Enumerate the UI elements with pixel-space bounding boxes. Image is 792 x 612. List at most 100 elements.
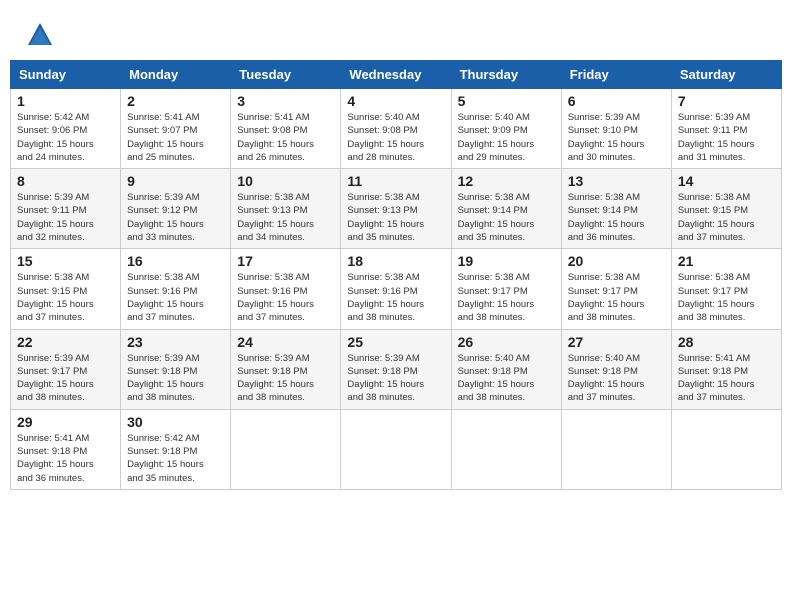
- calendar-cell: 12 Sunrise: 5:38 AMSunset: 9:14 PMDayligh…: [451, 169, 561, 249]
- day-info: Sunrise: 5:39 AMSunset: 9:17 PMDaylight:…: [17, 352, 114, 405]
- calendar-cell: 28 Sunrise: 5:41 AMSunset: 9:18 PMDayligh…: [671, 329, 781, 409]
- day-info: Sunrise: 5:39 AMSunset: 9:11 PMDaylight:…: [17, 191, 114, 244]
- day-number: 7: [678, 93, 775, 109]
- calendar-cell: 16 Sunrise: 5:38 AMSunset: 9:16 PMDayligh…: [121, 249, 231, 329]
- weekday-header-sunday: Sunday: [11, 61, 121, 89]
- weekday-header-saturday: Saturday: [671, 61, 781, 89]
- day-info: Sunrise: 5:38 AMSunset: 9:15 PMDaylight:…: [17, 271, 114, 324]
- calendar-cell: [341, 409, 451, 489]
- calendar-cell: [451, 409, 561, 489]
- logo: [25, 20, 59, 50]
- week-row: 22 Sunrise: 5:39 AMSunset: 9:17 PMDayligh…: [11, 329, 782, 409]
- week-row: 1Sunrise: 5:42 AMSunset: 9:06 PMDaylight…: [11, 89, 782, 169]
- day-info: Sunrise: 5:39 AMSunset: 9:18 PMDaylight:…: [127, 352, 224, 405]
- day-number: 25: [347, 334, 444, 350]
- day-info: Sunrise: 5:40 AMSunset: 9:08 PMDaylight:…: [347, 111, 444, 164]
- day-info: Sunrise: 5:41 AMSunset: 9:07 PMDaylight:…: [127, 111, 224, 164]
- calendar-cell: 23 Sunrise: 5:39 AMSunset: 9:18 PMDayligh…: [121, 329, 231, 409]
- weekday-header-monday: Monday: [121, 61, 231, 89]
- calendar-cell: 29 Sunrise: 5:41 AMSunset: 9:18 PMDayligh…: [11, 409, 121, 489]
- day-number: 14: [678, 173, 775, 189]
- calendar-cell: 30 Sunrise: 5:42 AMSunset: 9:18 PMDayligh…: [121, 409, 231, 489]
- weekday-header-friday: Friday: [561, 61, 671, 89]
- calendar-cell: 18 Sunrise: 5:38 AMSunset: 9:16 PMDayligh…: [341, 249, 451, 329]
- day-number: 5: [458, 93, 555, 109]
- calendar-cell: [671, 409, 781, 489]
- day-info: Sunrise: 5:38 AMSunset: 9:16 PMDaylight:…: [237, 271, 334, 324]
- day-info: Sunrise: 5:42 AMSunset: 9:06 PMDaylight:…: [17, 111, 114, 164]
- calendar-cell: 8 Sunrise: 5:39 AMSunset: 9:11 PMDaylight…: [11, 169, 121, 249]
- day-number: 27: [568, 334, 665, 350]
- day-number: 8: [17, 173, 114, 189]
- day-info: Sunrise: 5:41 AMSunset: 9:18 PMDaylight:…: [678, 352, 775, 405]
- day-number: 20: [568, 253, 665, 269]
- day-number: 21: [678, 253, 775, 269]
- day-info: Sunrise: 5:38 AMSunset: 9:16 PMDaylight:…: [127, 271, 224, 324]
- calendar-cell: 21 Sunrise: 5:38 AMSunset: 9:17 PMDayligh…: [671, 249, 781, 329]
- day-number: 3: [237, 93, 334, 109]
- day-info: Sunrise: 5:40 AMSunset: 9:09 PMDaylight:…: [458, 111, 555, 164]
- day-info: Sunrise: 5:38 AMSunset: 9:17 PMDaylight:…: [678, 271, 775, 324]
- day-number: 18: [347, 253, 444, 269]
- calendar-cell: 19Sunrise: 5:38 AMSunset: 9:17 PMDayligh…: [451, 249, 561, 329]
- calendar-cell: 3 Sunrise: 5:41 AMSunset: 9:08 PMDaylight…: [231, 89, 341, 169]
- day-info: Sunrise: 5:39 AMSunset: 9:10 PMDaylight:…: [568, 111, 665, 164]
- calendar-cell: 9 Sunrise: 5:39 AMSunset: 9:12 PMDaylight…: [121, 169, 231, 249]
- day-info: Sunrise: 5:42 AMSunset: 9:18 PMDaylight:…: [127, 432, 224, 485]
- day-number: 24: [237, 334, 334, 350]
- weekday-header-thursday: Thursday: [451, 61, 561, 89]
- day-number: 19: [458, 253, 555, 269]
- day-info: Sunrise: 5:38 AMSunset: 9:13 PMDaylight:…: [237, 191, 334, 244]
- day-info: Sunrise: 5:39 AMSunset: 9:18 PMDaylight:…: [237, 352, 334, 405]
- day-number: 23: [127, 334, 224, 350]
- day-info: Sunrise: 5:38 AMSunset: 9:13 PMDaylight:…: [347, 191, 444, 244]
- week-row: 8 Sunrise: 5:39 AMSunset: 9:11 PMDaylight…: [11, 169, 782, 249]
- week-row: 29 Sunrise: 5:41 AMSunset: 9:18 PMDayligh…: [11, 409, 782, 489]
- day-info: Sunrise: 5:39 AMSunset: 9:11 PMDaylight:…: [678, 111, 775, 164]
- calendar-cell: 10 Sunrise: 5:38 AMSunset: 9:13 PMDayligh…: [231, 169, 341, 249]
- day-number: 26: [458, 334, 555, 350]
- day-number: 16: [127, 253, 224, 269]
- day-number: 2: [127, 93, 224, 109]
- day-info: Sunrise: 5:38 AMSunset: 9:15 PMDaylight:…: [678, 191, 775, 244]
- day-number: 22: [17, 334, 114, 350]
- day-number: 11: [347, 173, 444, 189]
- day-number: 30: [127, 414, 224, 430]
- calendar: SundayMondayTuesdayWednesdayThursdayFrid…: [10, 60, 782, 490]
- day-number: 28: [678, 334, 775, 350]
- day-number: 4: [347, 93, 444, 109]
- day-info: Sunrise: 5:38 AMSunset: 9:16 PMDaylight:…: [347, 271, 444, 324]
- day-number: 15: [17, 253, 114, 269]
- weekday-header-tuesday: Tuesday: [231, 61, 341, 89]
- calendar-cell: 20Sunrise: 5:38 AMSunset: 9:17 PMDayligh…: [561, 249, 671, 329]
- logo-icon: [25, 20, 55, 50]
- calendar-cell: 11 Sunrise: 5:38 AMSunset: 9:13 PMDayligh…: [341, 169, 451, 249]
- calendar-cell: 1Sunrise: 5:42 AMSunset: 9:06 PMDaylight…: [11, 89, 121, 169]
- calendar-cell: 4 Sunrise: 5:40 AMSunset: 9:08 PMDaylight…: [341, 89, 451, 169]
- header-area: [10, 10, 782, 55]
- calendar-cell: 14 Sunrise: 5:38 AMSunset: 9:15 PMDayligh…: [671, 169, 781, 249]
- calendar-cell: 17 Sunrise: 5:38 AMSunset: 9:16 PMDayligh…: [231, 249, 341, 329]
- calendar-cell: 6Sunrise: 5:39 AMSunset: 9:10 PMDaylight…: [561, 89, 671, 169]
- day-number: 9: [127, 173, 224, 189]
- day-info: Sunrise: 5:41 AMSunset: 9:08 PMDaylight:…: [237, 111, 334, 164]
- day-number: 17: [237, 253, 334, 269]
- calendar-cell: [561, 409, 671, 489]
- day-info: Sunrise: 5:38 AMSunset: 9:14 PMDaylight:…: [568, 191, 665, 244]
- calendar-cell: 25Sunrise: 5:39 AMSunset: 9:18 PMDayligh…: [341, 329, 451, 409]
- day-info: Sunrise: 5:40 AMSunset: 9:18 PMDaylight:…: [568, 352, 665, 405]
- calendar-cell: 13 Sunrise: 5:38 AMSunset: 9:14 PMDayligh…: [561, 169, 671, 249]
- day-number: 10: [237, 173, 334, 189]
- day-number: 13: [568, 173, 665, 189]
- day-info: Sunrise: 5:41 AMSunset: 9:18 PMDaylight:…: [17, 432, 114, 485]
- calendar-cell: 2 Sunrise: 5:41 AMSunset: 9:07 PMDaylight…: [121, 89, 231, 169]
- calendar-cell: 7 Sunrise: 5:39 AMSunset: 9:11 PMDaylight…: [671, 89, 781, 169]
- calendar-cell: 5 Sunrise: 5:40 AMSunset: 9:09 PMDaylight…: [451, 89, 561, 169]
- day-number: 12: [458, 173, 555, 189]
- calendar-cell: 15 Sunrise: 5:38 AMSunset: 9:15 PMDayligh…: [11, 249, 121, 329]
- day-info: Sunrise: 5:38 AMSunset: 9:14 PMDaylight:…: [458, 191, 555, 244]
- calendar-cell: [231, 409, 341, 489]
- day-info: Sunrise: 5:39 AMSunset: 9:12 PMDaylight:…: [127, 191, 224, 244]
- day-number: 29: [17, 414, 114, 430]
- week-row: 15 Sunrise: 5:38 AMSunset: 9:15 PMDayligh…: [11, 249, 782, 329]
